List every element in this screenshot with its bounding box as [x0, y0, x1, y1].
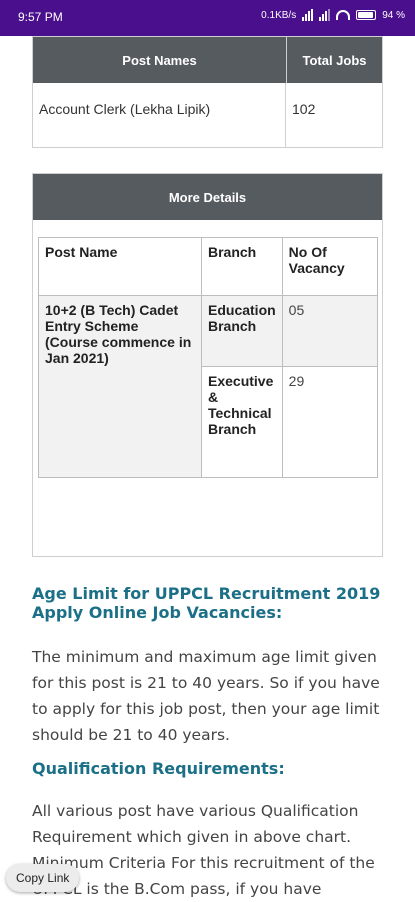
status-bar: 9:57 PM 0.1KB/s 94 %	[0, 0, 415, 36]
wifi-icon	[336, 10, 351, 20]
jobs-table-header: Post Names Total Jobs	[33, 37, 382, 83]
battery-percent: 94 %	[382, 9, 405, 21]
more-details-card: More Details Post Name Branch No Of Vaca…	[32, 173, 383, 557]
vacancy-cell: 05	[281, 295, 379, 367]
post-name-cell: 10+2 (B Tech) Cadet Entry Scheme (Course…	[38, 295, 202, 478]
header-vacancy: No Of Vacancy	[281, 237, 379, 296]
signal-icon	[302, 9, 314, 21]
age-limit-text: The minimum and maximum age limit given …	[32, 648, 380, 744]
jobs-table: Post Names Total Jobs Account Clerk (Lek…	[32, 36, 383, 148]
vacancy-table: Post Name Branch No Of Vacancy 10+2 (B T…	[38, 237, 379, 478]
more-details-title: More Details	[33, 174, 382, 220]
status-time: 9:57 PM	[18, 10, 63, 24]
qualification-heading: Qualification Requirements:	[32, 759, 285, 778]
vacancy-cell: 29	[281, 366, 379, 478]
battery-icon	[356, 10, 377, 20]
post-name-cell: Account Clerk (Lekha Lipik)	[33, 83, 286, 147]
age-limit-heading: Age Limit for UPPCL Recruitment 2019 App…	[32, 584, 381, 622]
column-header-total-jobs: Total Jobs	[302, 52, 367, 68]
qualification-text: All various post have various Qualificat…	[32, 802, 375, 898]
network-speed: 0.1KB/s	[261, 9, 297, 21]
branch-cell: Executive & Technical Branch	[201, 366, 283, 478]
table-row: 10+2 (B Tech) Cadet Entry Scheme (Course…	[38, 295, 379, 478]
branch-cell: Education Branch	[201, 295, 283, 367]
copy-link-button[interactable]: Copy Link	[6, 864, 80, 892]
header-branch: Branch	[201, 237, 283, 296]
header-post-name: Post Name	[38, 237, 202, 296]
status-icons: 0.1KB/s 94 %	[261, 9, 405, 21]
total-jobs-cell: 102	[292, 101, 316, 117]
table-row: Account Clerk (Lekha Lipik) 102	[33, 83, 382, 147]
vacancy-table-header: Post Name Branch No Of Vacancy	[38, 237, 379, 296]
signal-2-icon	[319, 9, 331, 21]
column-header-post-names: Post Names	[33, 37, 287, 83]
